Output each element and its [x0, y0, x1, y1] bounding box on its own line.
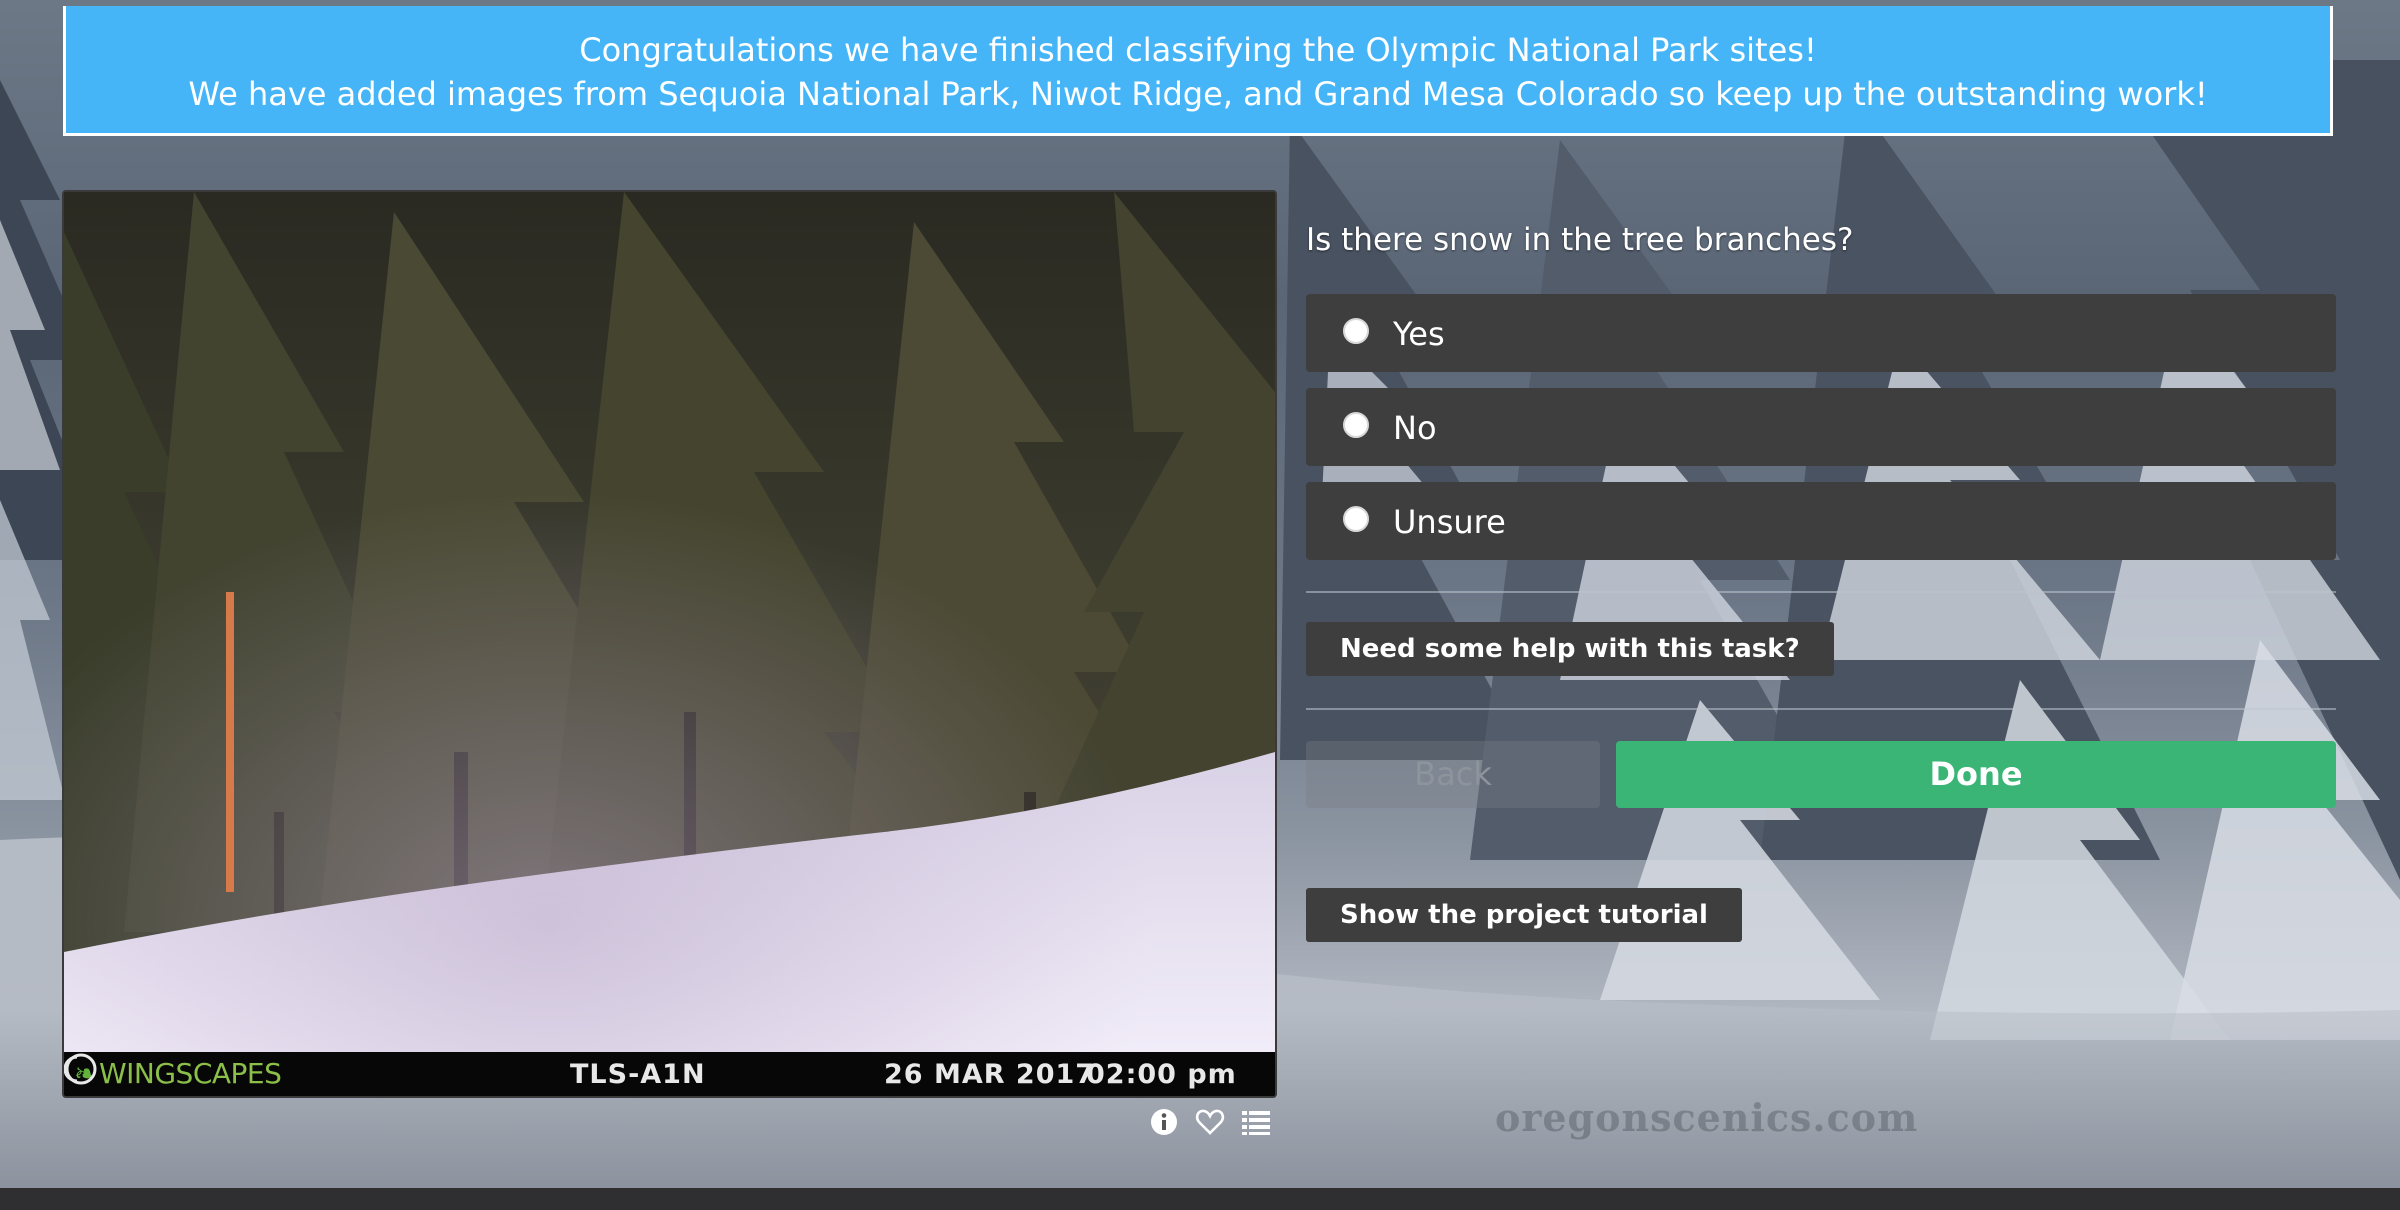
answer-label: Yes [1393, 315, 1445, 353]
camera-info-bar: ❧WINGSCAPES TLS-A1N 26 MAR 2017 02:00 pm [64, 1052, 1275, 1096]
divider [1306, 591, 2336, 593]
capture-time: 02:00 pm [1086, 1059, 1237, 1090]
radio-icon[interactable] [1343, 412, 1369, 438]
subject-image[interactable]: ❧WINGSCAPES TLS-A1N 26 MAR 2017 02:00 pm [62, 190, 1277, 1098]
answer-unsure[interactable]: Unsure [1306, 482, 2336, 560]
answer-label: Unsure [1393, 503, 1506, 541]
capture-date: 26 MAR 2017 [884, 1059, 1096, 1090]
back-button[interactable]: Back [1306, 741, 1600, 808]
banner-line-2: We have added images from Sequoia Nation… [188, 75, 2208, 113]
info-icon[interactable] [1148, 1106, 1180, 1138]
watermark: oregonscenics.com [1495, 1095, 1919, 1140]
heart-icon[interactable] [1194, 1106, 1226, 1138]
camera-id: TLS-A1N [570, 1059, 706, 1090]
banner-line-1: Congratulations we have finished classif… [579, 31, 1817, 69]
answer-yes[interactable]: Yes [1306, 294, 2336, 372]
announcement-banner: Congratulations we have finished classif… [63, 6, 2333, 136]
answer-label: No [1393, 409, 1437, 447]
collections-list-icon[interactable] [1240, 1106, 1272, 1138]
radio-icon[interactable] [1343, 318, 1369, 344]
wingscapes-logo: ❧WINGSCAPES [74, 1057, 282, 1090]
task-question: Is there snow in the tree branches? [1306, 222, 1854, 258]
answer-no[interactable]: No [1306, 388, 2336, 466]
tutorial-button[interactable]: Show the project tutorial [1306, 888, 1742, 942]
footer-bar [0, 1188, 2400, 1210]
subject-meta-tools [1148, 1106, 1272, 1138]
help-button[interactable]: Need some help with this task? [1306, 622, 1834, 676]
moon-phase-icon [64, 1053, 97, 1085]
radio-icon[interactable] [1343, 506, 1369, 532]
done-button[interactable]: Done [1616, 741, 2336, 808]
trail-camera-photo [64, 192, 1275, 1052]
divider [1306, 708, 2336, 710]
